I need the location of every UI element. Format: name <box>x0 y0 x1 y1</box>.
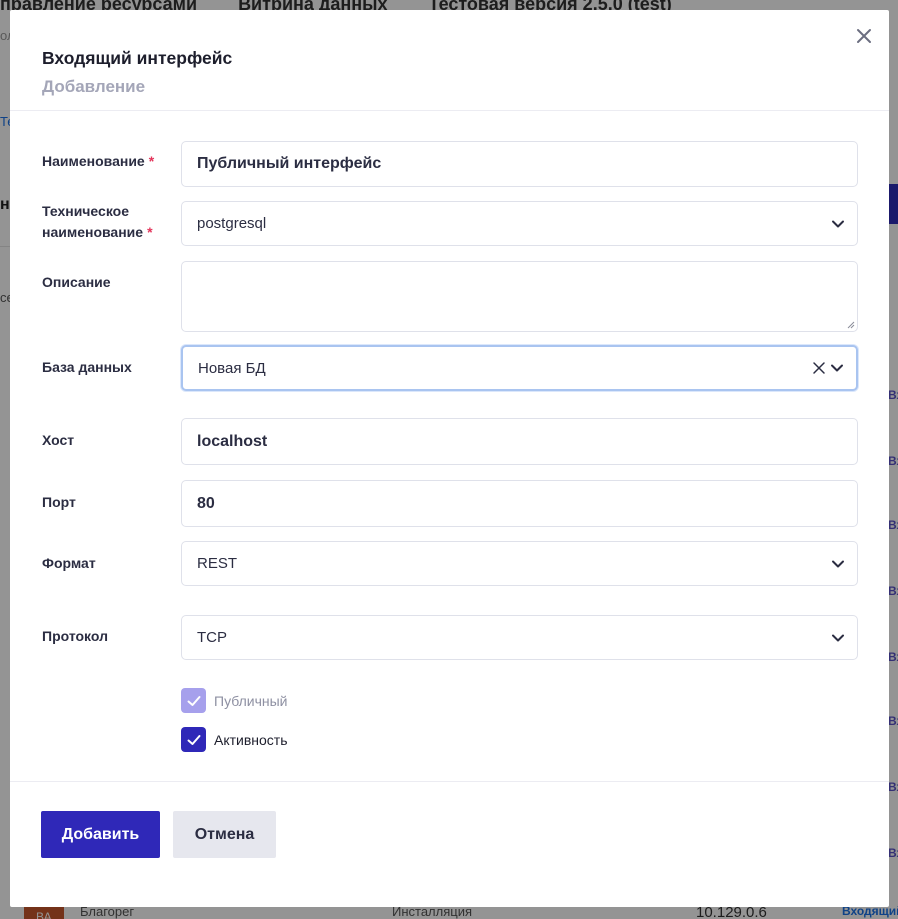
active-checkbox[interactable] <box>181 727 206 752</box>
format-label: Формат <box>42 555 96 571</box>
chevron-down-icon <box>831 364 843 372</box>
resize-handle-icon[interactable] <box>847 321 855 329</box>
database-select[interactable]: Новая БД <box>181 345 858 391</box>
check-icon <box>187 695 200 706</box>
description-label: Описание <box>42 274 111 290</box>
required-mark: * <box>147 224 153 240</box>
protocol-select[interactable]: TCP <box>181 615 858 660</box>
description-textarea[interactable] <box>181 261 858 332</box>
active-checkbox-label[interactable]: Активность <box>214 732 288 748</box>
database-select-value: Новая БД <box>198 359 266 377</box>
host-input-value: localhost <box>197 432 268 450</box>
incoming-interface-dialog: Входящий интерфейс Добавление Наименован… <box>10 10 889 907</box>
cancel-button[interactable]: Отмена <box>173 811 276 858</box>
close-icon[interactable] <box>853 25 875 47</box>
add-button[interactable]: Добавить <box>41 811 160 858</box>
name-label: Наименование * <box>42 151 154 172</box>
name-input[interactable]: Публичный интерфейс <box>181 141 858 187</box>
name-label-text: Наименование <box>42 153 145 169</box>
protocol-select-value: TCP <box>197 629 227 646</box>
public-checkbox <box>181 688 206 713</box>
name-input-value: Публичный интерфейс <box>197 155 382 172</box>
chevron-down-icon <box>832 634 844 641</box>
host-input[interactable]: localhost <box>181 418 858 465</box>
dialog-subtitle: Добавление <box>42 77 146 96</box>
check-icon <box>187 734 200 745</box>
protocol-label: Протокол <box>42 628 108 644</box>
database-label: База данных <box>42 359 132 375</box>
tech-name-label-line2: наименование <box>42 224 144 240</box>
tech-name-select-value: postgresql <box>197 215 267 232</box>
footer-divider <box>10 781 889 782</box>
public-checkbox-row: Публичный <box>181 688 288 713</box>
chevron-down-icon <box>832 560 844 567</box>
public-checkbox-label: Публичный <box>214 692 288 709</box>
format-select-value: REST <box>197 555 238 572</box>
host-label: Хост <box>42 432 75 448</box>
dialog-title: Входящий интерфейс <box>42 48 233 68</box>
clear-icon[interactable] <box>812 361 826 375</box>
tech-name-label-line1: Техническое <box>42 203 129 219</box>
required-mark: * <box>148 153 155 169</box>
port-label: Порт <box>42 494 76 510</box>
tech-name-label: Техническое наименование * <box>42 201 153 243</box>
format-select[interactable]: REST <box>181 541 858 586</box>
tech-name-select[interactable]: postgresql <box>181 201 858 246</box>
active-checkbox-row[interactable]: Активность <box>181 727 288 752</box>
port-input[interactable]: 80 <box>181 480 858 527</box>
port-input-value: 80 <box>197 494 215 512</box>
chevron-down-icon <box>832 220 844 227</box>
dialog-header: Входящий интерфейс Добавление <box>10 10 889 111</box>
